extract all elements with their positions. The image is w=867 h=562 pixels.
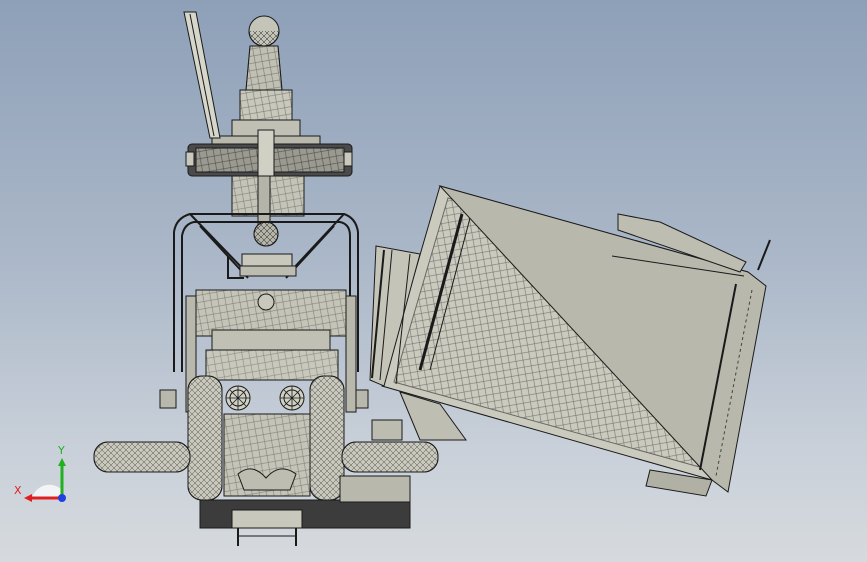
cad-viewport[interactable]: [0, 0, 867, 562]
control-tower: [183, 11, 321, 147]
triad-base-icon: [32, 484, 62, 498]
y-axis-arrowhead: [58, 458, 66, 466]
y-axis-label: Y: [57, 444, 65, 457]
orientation-triad: X Y: [14, 444, 66, 502]
drive-wheel-right: [309, 375, 345, 501]
drive-wheel-left: [187, 375, 223, 501]
z-axis-dot: [58, 494, 66, 502]
backrest-panel: [381, 185, 771, 497]
x-axis-arrowhead: [24, 494, 32, 502]
caster-wheel-left: [93, 441, 191, 473]
support-column: [231, 175, 305, 247]
motor-fan-left: [225, 385, 251, 411]
x-axis-label: X: [14, 484, 22, 497]
motor-fan-right: [279, 385, 305, 411]
chair-model[interactable]: [93, 11, 771, 546]
caster-wheel-right: [341, 441, 439, 473]
